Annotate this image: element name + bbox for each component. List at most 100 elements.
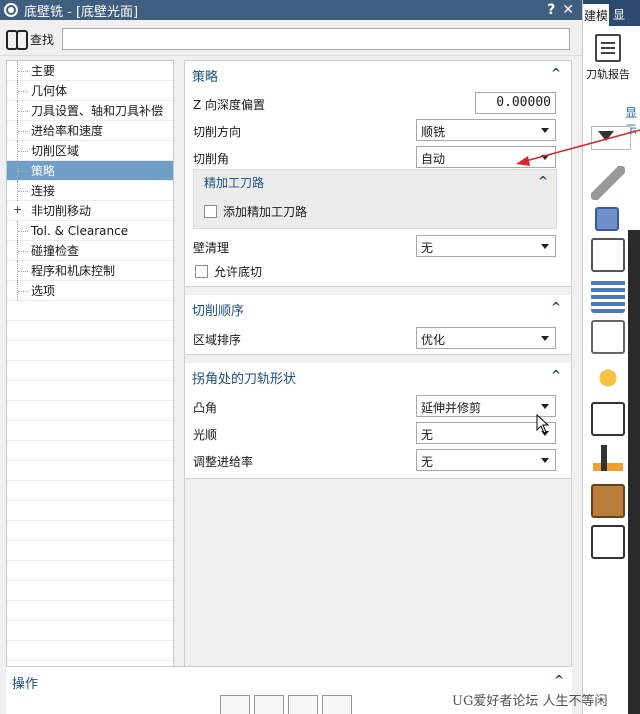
tree-guide [17, 61, 29, 81]
cut-direction-select[interactable]: 顺铣 [416, 119, 556, 141]
cube-icon[interactable] [595, 207, 619, 231]
strategy-panel-title: 策略 [192, 70, 219, 85]
selection-filter[interactable] [591, 126, 631, 150]
z-offset-input[interactable]: 0.00000 [475, 92, 556, 114]
tree-item-program-machine[interactable]: 程序和机床控制 [7, 261, 173, 281]
tree-item-collision-check[interactable]: 碰撞检查 [7, 241, 173, 261]
cut-angle-select[interactable]: 自动 [416, 146, 556, 168]
tree-item-non-cutting-moves[interactable]: + 非切削移动 [7, 201, 173, 221]
refresh-icon[interactable] [591, 320, 625, 354]
cut-angle-label: 切削角 [193, 152, 230, 166]
wall-cleanup-select[interactable]: 无 [416, 235, 556, 257]
tree-item-options[interactable]: 选项 [7, 281, 173, 301]
allow-undercut-label: 允许底切 [214, 265, 263, 279]
finish-passes-title: 精加工刀路 [204, 176, 265, 190]
category-tree: 主要 几何体 刀具设置、轴和刀具补偿 进给率和速度 切削区域 策略 连接 + 非切… [6, 60, 174, 696]
tree-item-cut-area[interactable]: 切削区域 [7, 141, 173, 161]
operations-panel-title: 操作 [12, 677, 39, 692]
hide-eye-icon[interactable] [591, 525, 625, 559]
add-finish-pass-checkbox[interactable]: 添加精加工刀路 [204, 203, 307, 220]
adjust-feed-select[interactable]: 无 [416, 449, 556, 471]
settings-content: 策略 ^ Z 向深度偏置 0.00000 切削方向 顺铣 切削角 自动 精加工刀… [184, 60, 572, 696]
collapse-caret-icon[interactable]: ^ [551, 300, 561, 314]
convex-corner-label: 凸角 [193, 401, 218, 415]
tree-empty-row [7, 541, 173, 561]
strategy-panel-header[interactable]: 策略 ^ [185, 61, 571, 87]
tree-item-main[interactable]: 主要 [7, 61, 173, 81]
generate-toolpath-button[interactable] [220, 695, 250, 714]
tree-empty-row [7, 301, 173, 321]
region-sort-select[interactable]: 优化 [416, 327, 556, 349]
measure-icon[interactable] [591, 166, 625, 200]
cut-order-panel: 切削顺序 ^ 区域排序 优化 [185, 295, 571, 355]
tree-empty-row [7, 601, 173, 621]
smoothing-select[interactable]: 无 [416, 422, 556, 444]
layout-grid-icon[interactable] [591, 279, 625, 313]
search-input[interactable] [62, 28, 570, 50]
wall-cleanup-label: 壁清理 [193, 241, 230, 255]
tree-item-label: Tol. & Clearance [31, 224, 129, 238]
tree-empty-row [7, 581, 173, 601]
wall-cleanup-value: 无 [421, 241, 434, 255]
tree-item-label: 碰撞检查 [31, 244, 80, 258]
convex-corner-value: 延伸并修剪 [421, 401, 482, 415]
toolpath-report-button[interactable]: 刀轨报告 [585, 34, 631, 82]
tool-icon[interactable] [591, 443, 625, 477]
tree-item-tool-settings[interactable]: 刀具设置、轴和刀具补偿 [7, 101, 173, 121]
binoculars-icon [6, 30, 28, 50]
fit-view-icon[interactable] [591, 238, 625, 272]
tree-guide [17, 121, 29, 141]
eye-icon[interactable] [591, 402, 625, 436]
collapse-caret-icon[interactable]: ^ [551, 368, 561, 382]
search-bar: 查找 [0, 20, 582, 56]
search-label: 查找 [30, 33, 55, 47]
tree-item-connections[interactable]: 连接 [7, 181, 173, 201]
collapse-caret-icon[interactable]: ^ [554, 673, 564, 687]
dropdown-arrow-icon [541, 128, 549, 133]
tree-guide [17, 241, 29, 261]
verify-toolpath-button[interactable] [288, 695, 318, 714]
collapse-caret-icon[interactable]: ^ [538, 174, 548, 188]
star-icon[interactable] [591, 361, 625, 395]
dropdown-arrow-icon [541, 244, 549, 249]
allow-undercut-checkbox[interactable]: 允许底切 [195, 263, 262, 280]
checkbox-box[interactable] [195, 265, 208, 278]
tree-item-label: 连接 [31, 184, 56, 198]
collapse-caret-icon[interactable]: ^ [551, 66, 561, 80]
tree-item-label: 策略 [31, 164, 56, 178]
tree-empty-row [7, 641, 173, 661]
tab-modeling[interactable]: 建模 [583, 4, 609, 26]
checkbox-box[interactable] [204, 205, 217, 218]
tree-guide [17, 141, 29, 161]
corner-shape-panel-header[interactable]: 拐角处的刀轨形状 ^ [185, 363, 571, 389]
tree-empty-row [7, 321, 173, 341]
corner-shape-panel: 拐角处的刀轨形状 ^ 凸角 延伸并修剪 光顺 无 调整进给率 无 [185, 363, 571, 479]
help-button[interactable]: ? [540, 2, 562, 18]
dialog-titlebar: 底壁铣 - [底壁光面] ? ✕ [0, 0, 582, 20]
tree-item-strategy[interactable]: 策略 [7, 161, 173, 181]
dialog-body: 主要 几何体 刀具设置、轴和刀具补偿 进给率和速度 切削区域 策略 连接 + 非切… [0, 56, 582, 714]
region-sort-value: 优化 [421, 333, 446, 347]
tree-guide [17, 101, 29, 121]
toolpath-report-label: 刀轨报告 [586, 68, 630, 81]
tree-empty-row [7, 341, 173, 361]
cut-order-panel-header[interactable]: 切削顺序 ^ [185, 295, 571, 321]
mouse-cursor-icon [536, 414, 550, 434]
close-button[interactable]: ✕ [562, 2, 574, 18]
corner-shape-panel-title: 拐角处的刀轨形状 [192, 372, 297, 387]
tree-item-label: 切削区域 [31, 144, 80, 158]
tab-display[interactable]: 显 [613, 6, 625, 23]
tree-item-geometry[interactable]: 几何体 [7, 81, 173, 101]
expand-plus-icon[interactable]: + [13, 204, 22, 215]
material-box-icon[interactable] [591, 484, 625, 518]
convex-corner-select[interactable]: 延伸并修剪 [416, 395, 556, 417]
tree-empty-row [7, 621, 173, 641]
tree-guide [17, 221, 29, 241]
tree-item-tol-clearance[interactable]: Tol. & Clearance [7, 221, 173, 241]
dropdown-arrow-icon [541, 155, 549, 160]
app-ribbon-tabs: 建模 显 [583, 0, 640, 26]
tree-item-feeds-speeds[interactable]: 进给率和速度 [7, 121, 173, 141]
tree-empty-row [7, 381, 173, 401]
replay-toolpath-button[interactable] [254, 695, 284, 714]
list-toolpath-button[interactable] [322, 695, 352, 714]
